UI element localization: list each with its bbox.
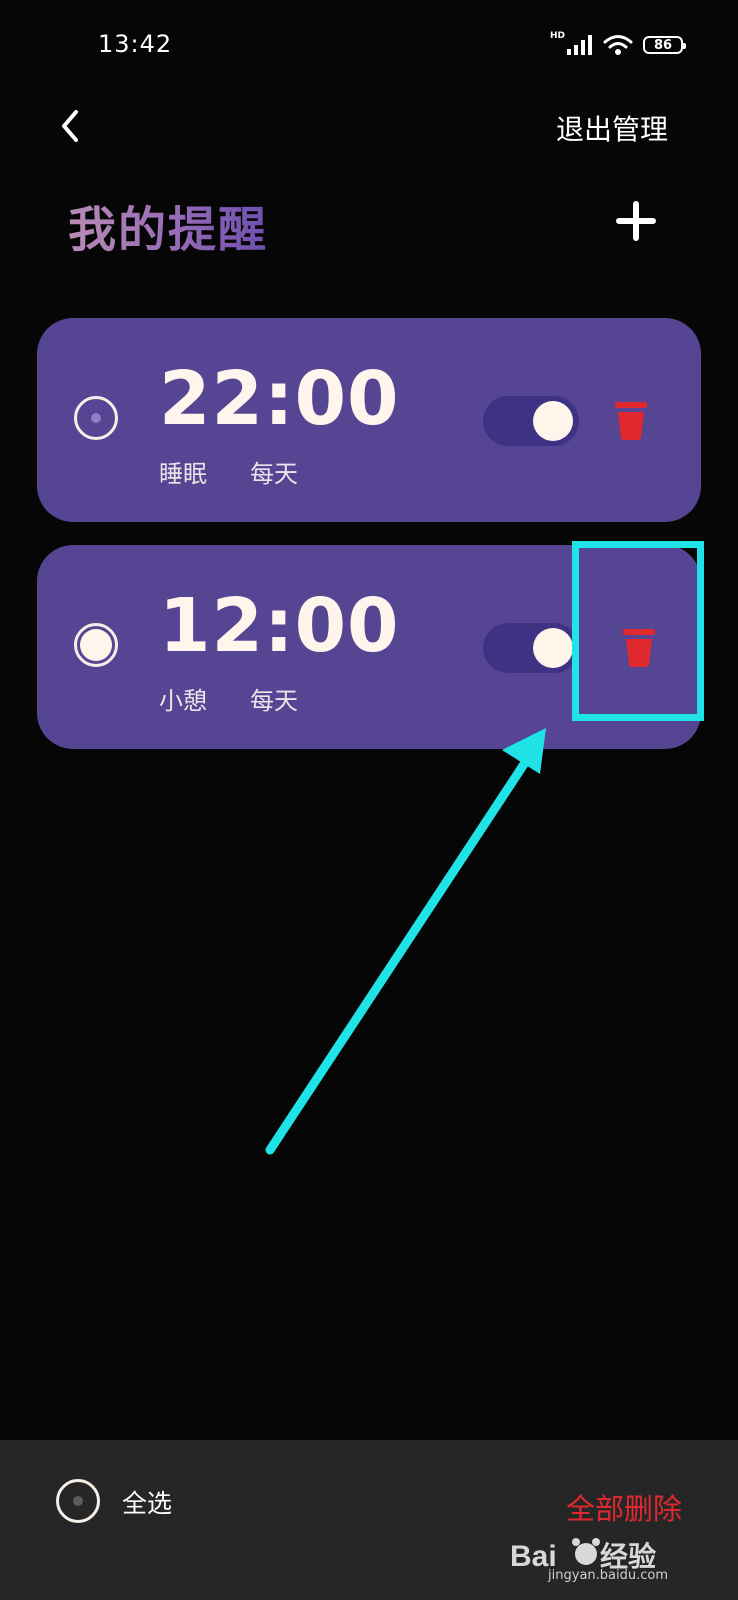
trash-icon[interactable] bbox=[614, 400, 648, 440]
enable-toggle[interactable] bbox=[483, 623, 579, 673]
select-all-label[interactable]: 全选 bbox=[122, 1484, 172, 1520]
plus-icon bbox=[616, 201, 656, 241]
back-button[interactable] bbox=[52, 104, 92, 148]
watermark-url: jingyan.baidu.com bbox=[548, 1568, 668, 1583]
network-type: HD bbox=[550, 31, 566, 41]
select-radio[interactable] bbox=[74, 623, 118, 667]
wifi-icon bbox=[603, 35, 633, 55]
page-title: 我的提醒 bbox=[68, 190, 268, 260]
enable-toggle[interactable] bbox=[483, 396, 579, 446]
reminder-card[interactable]: 22:00 睡眠 每天 bbox=[37, 318, 701, 522]
reminder-repeat: 每天 bbox=[250, 687, 298, 715]
battery-icon: 86 bbox=[643, 36, 687, 54]
exit-manage-button[interactable]: 退出管理 bbox=[556, 108, 668, 148]
delete-all-button[interactable]: 全部删除 bbox=[566, 1486, 682, 1528]
add-reminder-button[interactable] bbox=[616, 201, 656, 241]
signal-icon bbox=[567, 35, 593, 55]
status-icons: HD 86 bbox=[550, 30, 687, 60]
select-radio[interactable] bbox=[74, 396, 118, 440]
reminder-time: 12:00 bbox=[159, 583, 400, 669]
highlight-box bbox=[572, 541, 704, 721]
reminder-repeat: 每天 bbox=[250, 460, 298, 488]
status-time: 13:42 bbox=[98, 30, 173, 58]
select-all-radio[interactable] bbox=[56, 1479, 100, 1523]
battery-level: 86 bbox=[653, 37, 673, 53]
reminder-name: 睡眠 bbox=[159, 460, 207, 488]
back-arrow-icon bbox=[62, 110, 78, 142]
reminder-time: 22:00 bbox=[159, 356, 400, 442]
reminder-name: 小憩 bbox=[159, 687, 207, 715]
